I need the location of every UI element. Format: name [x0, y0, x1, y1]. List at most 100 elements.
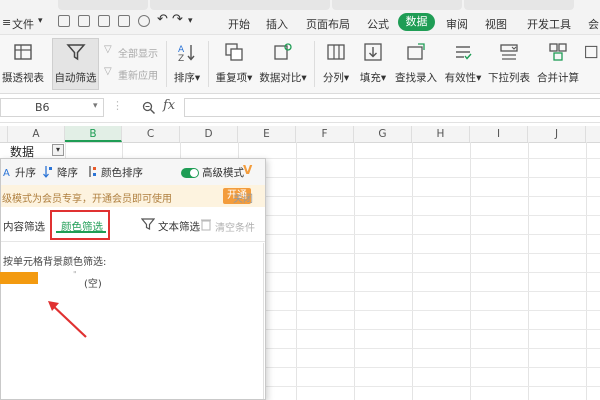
formula-bar: B6 ▾ ⋮ fx: [0, 94, 600, 123]
data-compare-icon: [274, 43, 292, 60]
pivot-table-button[interactable]: 摄透视表: [0, 42, 46, 85]
text-filter-button[interactable]: 文本筛选: [158, 219, 200, 234]
menu-icon[interactable]: ≡: [2, 16, 11, 29]
file-menu[interactable]: 文件: [12, 16, 34, 32]
duplicates-label: 重复项▾: [215, 72, 253, 84]
text-to-columns-button[interactable]: 分列▾: [318, 42, 354, 85]
column-header-d[interactable]: D: [180, 126, 238, 142]
pivot-table-icon: [14, 44, 32, 60]
chevron-down-icon[interactable]: ▾: [38, 16, 43, 26]
color-sort-button[interactable]: 颜色排序: [101, 165, 143, 180]
column-header-a[interactable]: A: [8, 126, 65, 142]
print-icon[interactable]: [118, 15, 130, 27]
text-to-columns-label-text: 分列: [322, 72, 344, 84]
dropdown-list-button[interactable]: 下拉列表: [486, 42, 532, 85]
corner-cell[interactable]: [0, 126, 8, 142]
duplicates-button[interactable]: 重复项▾: [212, 42, 256, 85]
tab-developer[interactable]: 开发工具: [527, 16, 571, 32]
column-header-i[interactable]: I: [470, 126, 528, 142]
red-arrow-annotation: [48, 301, 87, 338]
show-all-button[interactable]: 全部显示: [118, 45, 158, 60]
tab-insert[interactable]: 插入: [266, 16, 288, 32]
svg-text:A: A: [3, 168, 10, 178]
export-pdf-icon[interactable]: [98, 15, 110, 27]
duplicates-label-text: 重复项: [215, 72, 248, 84]
chevron-down-icon[interactable]: ▾: [93, 101, 98, 111]
zoom-search-icon[interactable]: [142, 101, 156, 115]
data-compare-label: 数据对比▾: [259, 72, 307, 84]
grid-line: [412, 142, 413, 400]
menu-bar: ≡ 文件 ▾ ↶ ↷ ▾ 开始 插入 页面布局 公式 数据 审阅 视图 开发工具…: [0, 0, 600, 35]
more-button[interactable]: [584, 42, 600, 65]
column-header-c[interactable]: C: [122, 126, 180, 142]
orange-color-swatch[interactable]: [0, 272, 38, 284]
fill-label: 填充▾: [359, 72, 387, 84]
clear-conditions-button[interactable]: 清空条件: [215, 219, 255, 234]
column-header-e[interactable]: E: [238, 126, 296, 142]
grid-line: [470, 142, 471, 400]
consolidate-icon: [549, 43, 567, 61]
grid-line: [296, 142, 297, 400]
sort-button[interactable]: AZ 排序▾: [170, 42, 204, 85]
column-header-b[interactable]: B: [65, 126, 122, 142]
validation-label-text: 有效性: [444, 72, 477, 84]
fill-button[interactable]: 填充▾: [356, 42, 390, 85]
close-notice-button[interactable]: 关闭: [233, 190, 253, 205]
color-sort-icon: [89, 166, 96, 177]
fill-down-icon: [364, 43, 382, 61]
document-tab[interactable]: [150, 0, 330, 10]
tab-page-layout[interactable]: 页面布局: [306, 16, 350, 32]
undo-icon[interactable]: ↶: [157, 12, 168, 27]
tab-data[interactable]: 数据: [398, 13, 435, 31]
document-tab[interactable]: [464, 0, 574, 10]
lookup-entry-button[interactable]: 查找录入: [392, 42, 440, 85]
advanced-mode-toggle[interactable]: [181, 168, 199, 178]
tab-view[interactable]: 视图: [485, 16, 507, 32]
document-tab[interactable]: [58, 0, 148, 10]
tab-review[interactable]: 审阅: [446, 16, 468, 32]
tab-member[interactable]: 会: [588, 16, 599, 32]
name-box[interactable]: B6 ▾: [0, 98, 104, 117]
sort-label: 排序▾: [173, 72, 201, 84]
dropdown-list-icon: [500, 44, 518, 60]
panel-scrollbar-track[interactable]: [263, 243, 264, 399]
auto-filter-button[interactable]: 自动筛选: [52, 42, 99, 85]
filter-dropdown-button[interactable]: ▾: [52, 144, 64, 156]
column-header-g[interactable]: G: [354, 126, 412, 142]
chevron-down-icon[interactable]: ▾: [188, 16, 193, 26]
save-icon[interactable]: [78, 15, 90, 27]
consolidate-label: 合并计算: [537, 72, 579, 84]
column-header-h[interactable]: H: [412, 126, 470, 142]
fx-icon[interactable]: fx: [163, 98, 175, 113]
redo-icon[interactable]: ↷: [172, 12, 183, 27]
ribbon-separator: [208, 41, 209, 87]
data-compare-button[interactable]: 数据对比▾: [258, 42, 308, 85]
reapply-button[interactable]: 重新应用: [118, 67, 158, 82]
auto-filter-label: 自动筛选: [54, 72, 97, 84]
document-tab[interactable]: [332, 0, 462, 10]
tab-home[interactable]: 开始: [228, 16, 250, 32]
text-filter-icon: [141, 218, 155, 230]
grid-line: [528, 142, 529, 400]
ribbon-separator: [314, 41, 315, 87]
svg-text:Z: Z: [178, 54, 184, 62]
consolidate-button[interactable]: 合并计算: [534, 42, 582, 85]
empty-option-label[interactable]: (空): [84, 275, 102, 290]
more-icon: [585, 45, 598, 59]
column-header-f[interactable]: F: [296, 126, 354, 142]
formula-input[interactable]: [184, 98, 600, 117]
grid-line: [354, 142, 355, 400]
sort-descending-button[interactable]: 降序: [57, 165, 78, 180]
tab-content-filter[interactable]: 内容筛选: [3, 219, 45, 234]
sort-ascending-button[interactable]: 升序: [15, 165, 36, 180]
lookup-entry-label: 查找录入: [395, 72, 437, 84]
pivot-table-label: 摄透视表: [2, 72, 44, 84]
column-header-j[interactable]: J: [528, 126, 586, 142]
validation-button[interactable]: 有效性▾: [442, 42, 484, 85]
lookup-entry-icon: [407, 43, 425, 60]
quote-mark: ": [73, 270, 77, 279]
new-doc-icon[interactable]: [58, 15, 70, 27]
tab-formula[interactable]: 公式: [367, 16, 389, 32]
validation-label: 有效性▾: [444, 72, 482, 84]
preview-icon[interactable]: [138, 15, 150, 27]
